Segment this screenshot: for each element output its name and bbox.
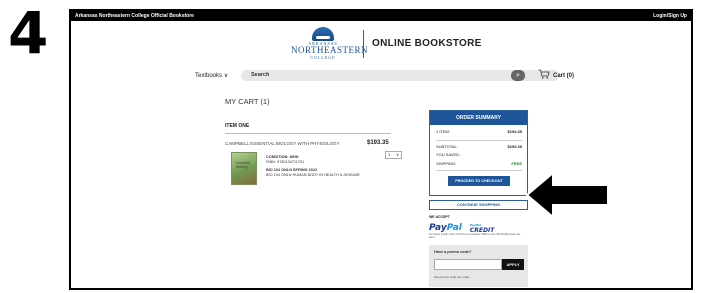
college-logo[interactable]: ARKANSAS NORTHEASTERN COLLEGE: [291, 27, 368, 60]
apply-button[interactable]: APPLY: [502, 259, 524, 270]
course-line-2: BIO 104 ONLN HUMAN BODY IN HEALTH & DISE…: [266, 173, 360, 177]
item-heading: ITEM ONE: [225, 123, 391, 134]
book-cover-image[interactable]: essential biology: [231, 152, 257, 185]
header-branding: ARKANSAS NORTHEASTERN COLLEGE ONLINE BOO…: [291, 27, 482, 60]
quantity-value: 1: [388, 152, 391, 157]
top-bar: Arkansas Northeastern College Official B…: [71, 11, 691, 21]
search-button[interactable]: ⌕: [511, 69, 525, 81]
browser-screenshot: Arkansas Northeastern College Official B…: [69, 9, 693, 290]
chevron-down-icon: ∨: [396, 152, 399, 157]
paypal-credit-logo: PayPal CREDIT: [470, 222, 494, 234]
we-accept-label: WE ACCEPT: [429, 215, 450, 219]
summary-row-saved: YOU SAVED:: [436, 152, 522, 157]
paypal-logo-pay: Pay: [429, 223, 447, 233]
summary-divider: [436, 140, 522, 141]
promo-code-input[interactable]: [434, 259, 502, 270]
product-title[interactable]: CAMPBELL ESSENTIAL BIOLOGY WITH PHYSIOLO…: [225, 141, 340, 146]
order-summary-heading: ORDER SUMMARY: [430, 111, 527, 125]
proceed-to-checkout-button[interactable]: PROCEED TO CHECKOUT: [448, 176, 510, 186]
summary-row-subtotal: SUBTOTAL: $193.35: [436, 144, 522, 149]
pointer-arrow-icon: [525, 171, 609, 219]
book-isbn: ISBN: 9780134711751: [266, 160, 305, 164]
book-cover-text: essential biology: [236, 160, 250, 169]
book-details: CONDITION: NEW ISBN: 9780134711751 BIO 1…: [266, 155, 360, 178]
chevron-down-icon: ∨: [223, 72, 229, 79]
login-link[interactable]: Login/Sign Up: [653, 11, 687, 21]
store-title: ONLINE BOOKSTORE: [372, 38, 482, 49]
quantity-select[interactable]: 1 ∨: [385, 151, 402, 159]
summary-label: SUBTOTAL:: [436, 144, 458, 149]
summary-value: $193.35: [507, 129, 522, 134]
summary-value: $193.35: [507, 144, 522, 149]
promo-label: Have a promo code?: [434, 250, 472, 254]
cart-icon: [538, 69, 550, 82]
textbooks-label: Textbooks: [195, 72, 223, 79]
summary-divider: [436, 170, 522, 171]
promo-code-panel: Have a promo code? APPLY One promo code …: [429, 245, 528, 287]
nav-row: Textbooks ∨ Search ⌕: [195, 69, 575, 81]
cart-label: Cart (0): [553, 72, 575, 79]
cart-link[interactable]: Cart (0): [538, 69, 574, 82]
summary-row-shipping: SHIPPING: FREE: [436, 161, 522, 166]
continue-shopping-button[interactable]: CONTINUE SHOPPING: [429, 200, 528, 210]
search-icon: ⌕: [516, 71, 520, 79]
site-name: Arkansas Northeastern College Official B…: [75, 13, 194, 19]
logo-line-bottom: COLLEGE: [310, 55, 336, 60]
summary-label: YOU SAVED:: [436, 152, 461, 157]
logo-divider: [363, 29, 364, 58]
textbooks-menu[interactable]: Textbooks ∨: [195, 72, 241, 79]
page-title: MY CART (1): [225, 97, 270, 106]
product-price: $193.35: [367, 140, 389, 146]
summary-label: SHIPPING:: [436, 161, 457, 166]
payment-logos: PayPal PayPal CREDIT: [429, 222, 494, 234]
paypal-credit-main: CREDIT: [469, 227, 495, 234]
summary-value: FREE: [511, 161, 522, 166]
paypal-logo: PayPal: [429, 223, 462, 233]
paypal-logo-pal: Pal: [446, 223, 462, 233]
summary-row-items: 1 ITEM: $193.35: [436, 129, 522, 134]
step-number: 4: [8, 0, 49, 67]
logo-emblem-icon: [312, 27, 334, 41]
promo-note: One promo code per order.: [434, 275, 471, 279]
paypal-fine-print: No Interest if paid in full in 6 months …: [429, 234, 521, 239]
order-summary-panel: ORDER SUMMARY 1 ITEM: $193.35 SUBTOTAL: …: [429, 110, 528, 196]
summary-label: 1 ITEM:: [436, 129, 451, 134]
logo-line-main: NORTHEASTERN: [291, 45, 368, 55]
